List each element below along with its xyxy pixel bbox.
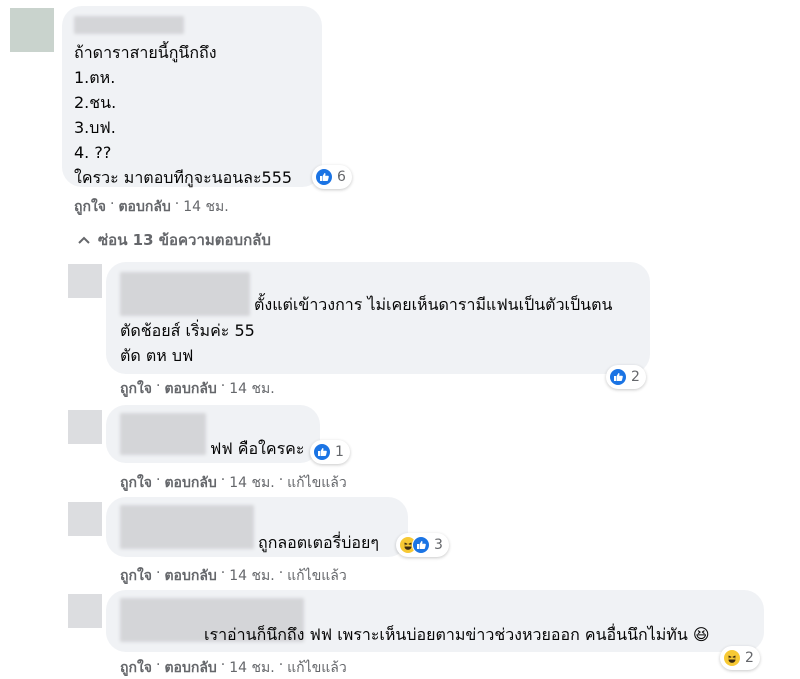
reply-text-line-2: ตัดช้อยส์ เริ่มค่ะ 55 bbox=[120, 321, 255, 340]
like-icon bbox=[412, 536, 430, 554]
main-comment-line-6: ใครวะ มาตอบทีกูจะนอนละ555 bbox=[74, 168, 293, 187]
separator-dot: · bbox=[220, 472, 226, 488]
separator-dot: · bbox=[110, 196, 115, 212]
like-icon bbox=[313, 443, 331, 461]
main-comment-line-5: 4. ?? bbox=[74, 143, 112, 162]
separator-dot: · bbox=[156, 378, 161, 394]
reply-button[interactable]: ตอบกลับ bbox=[118, 196, 170, 218]
reaction-count: 3 bbox=[434, 537, 443, 553]
separator-dot: · bbox=[220, 565, 226, 581]
separator-dot: · bbox=[278, 565, 284, 581]
reaction-count: 6 bbox=[337, 169, 346, 185]
reply-actions: ถูกใจ · ตอบกลับ · 14 ชม. bbox=[120, 378, 275, 400]
hide-replies-label: ซ่อน 13 ข้อความตอบกลับ bbox=[98, 231, 271, 249]
reply-author-redacted[interactable] bbox=[120, 505, 254, 549]
separator-dot: · bbox=[156, 472, 161, 488]
reply-bubble: ฟฟ คือใครคะ bbox=[106, 405, 320, 463]
reply-author-redacted[interactable] bbox=[120, 272, 250, 316]
timestamp[interactable]: 14 ชม. bbox=[229, 472, 274, 494]
timestamp[interactable]: 14 ชม. bbox=[229, 378, 274, 400]
reply-button[interactable]: ตอบกลับ bbox=[164, 378, 216, 400]
reply-bubble: ถูกลอตเตอรี่บ่อยๆ bbox=[106, 497, 408, 557]
reaction-count: 2 bbox=[631, 369, 640, 385]
reply-reactions[interactable]: 2 bbox=[606, 365, 646, 389]
main-comment-line-4: 3.บฟ. bbox=[74, 118, 116, 137]
separator-dot: · bbox=[156, 657, 161, 673]
reply-text-line-1: เราอ่านก็นึกถึง ฟฟ เพราะเห็นบ่อยตามข่าวช… bbox=[204, 625, 710, 644]
reply-reactions[interactable]: 2 bbox=[720, 646, 760, 670]
main-comment-bubble: ถ้าดาราสายนี้กูนึกถึง 1.ตห. 2.ชน. 3.บฟ. … bbox=[62, 6, 322, 187]
reply-bubble: ตั้งแต่เข้าวงการ ไม่เคยเห็นดารามีแฟนเป็น… bbox=[106, 262, 650, 374]
reaction-count: 2 bbox=[745, 650, 754, 666]
edited-label[interactable]: แก้ไขแล้ว bbox=[287, 657, 347, 679]
separator-dot: · bbox=[278, 472, 284, 488]
separator-dot: · bbox=[174, 196, 180, 212]
like-button[interactable]: ถูกใจ bbox=[120, 565, 152, 587]
reply-button[interactable]: ตอบกลับ bbox=[164, 472, 216, 494]
reply-avatar[interactable] bbox=[68, 594, 102, 628]
reply-actions: ถูกใจ · ตอบกลับ · 14 ชม. · แก้ไขแล้ว bbox=[120, 657, 347, 679]
commenter-name-redacted[interactable] bbox=[74, 16, 184, 34]
main-comment-reactions[interactable]: 6 bbox=[312, 165, 352, 189]
like-icon bbox=[609, 368, 627, 386]
reply-text-line-1: ตั้งแต่เข้าวงการ ไม่เคยเห็นดารามีแฟนเป็น… bbox=[254, 295, 613, 314]
like-button[interactable]: ถูกใจ bbox=[74, 196, 106, 218]
main-comment-line-2: 1.ตห. bbox=[74, 68, 116, 87]
reply-actions: ถูกใจ · ตอบกลับ · 14 ชม. · แก้ไขแล้ว bbox=[120, 472, 347, 494]
reply-text-line-1: ฟฟ คือใครคะ bbox=[210, 439, 305, 458]
reply-bubble: เราอ่านก็นึกถึง ฟฟ เพราะเห็นบ่อยตามข่าวช… bbox=[106, 590, 764, 652]
edited-label[interactable]: แก้ไขแล้ว bbox=[287, 472, 347, 494]
chevron-up-icon bbox=[78, 233, 90, 248]
reply-avatar[interactable] bbox=[68, 502, 102, 536]
separator-dot: · bbox=[220, 657, 226, 673]
separator-dot: · bbox=[156, 565, 161, 581]
main-comment-actions: ถูกใจ · ตอบกลับ · 14 ชม. bbox=[74, 196, 229, 218]
reply-reactions[interactable]: 1 bbox=[310, 440, 350, 464]
main-comment-line-3: 2.ชน. bbox=[74, 93, 117, 112]
reply-text-line-3: ตัด ตห บฟ bbox=[120, 346, 194, 365]
separator-dot: · bbox=[220, 378, 226, 394]
like-button[interactable]: ถูกใจ bbox=[120, 657, 152, 679]
timestamp[interactable]: 14 ชม. bbox=[229, 565, 274, 587]
like-button[interactable]: ถูกใจ bbox=[120, 378, 152, 400]
main-comment-line-1: ถ้าดาราสายนี้กูนึกถึง bbox=[74, 43, 217, 62]
haha-icon bbox=[723, 649, 741, 667]
separator-dot: · bbox=[278, 657, 284, 673]
reply-button[interactable]: ตอบกลับ bbox=[164, 657, 216, 679]
like-button[interactable]: ถูกใจ bbox=[120, 472, 152, 494]
timestamp[interactable]: 14 ชม. bbox=[183, 196, 228, 218]
timestamp[interactable]: 14 ชม. bbox=[229, 657, 274, 679]
commenter-avatar[interactable] bbox=[10, 8, 54, 52]
edited-label[interactable]: แก้ไขแล้ว bbox=[287, 565, 347, 587]
hide-replies-toggle[interactable]: ซ่อน 13 ข้อความตอบกลับ bbox=[78, 228, 271, 252]
reply-avatar[interactable] bbox=[68, 410, 102, 444]
reply-author-redacted[interactable] bbox=[120, 413, 206, 455]
reply-reactions[interactable]: 3 bbox=[396, 533, 449, 557]
reply-button[interactable]: ตอบกลับ bbox=[164, 565, 216, 587]
like-icon bbox=[315, 168, 333, 186]
reply-actions: ถูกใจ · ตอบกลับ · 14 ชม. · แก้ไขแล้ว bbox=[120, 565, 347, 587]
reply-avatar[interactable] bbox=[68, 264, 102, 298]
reply-text-line-1: ถูกลอตเตอรี่บ่อยๆ bbox=[258, 533, 379, 552]
reaction-count: 1 bbox=[335, 444, 344, 460]
